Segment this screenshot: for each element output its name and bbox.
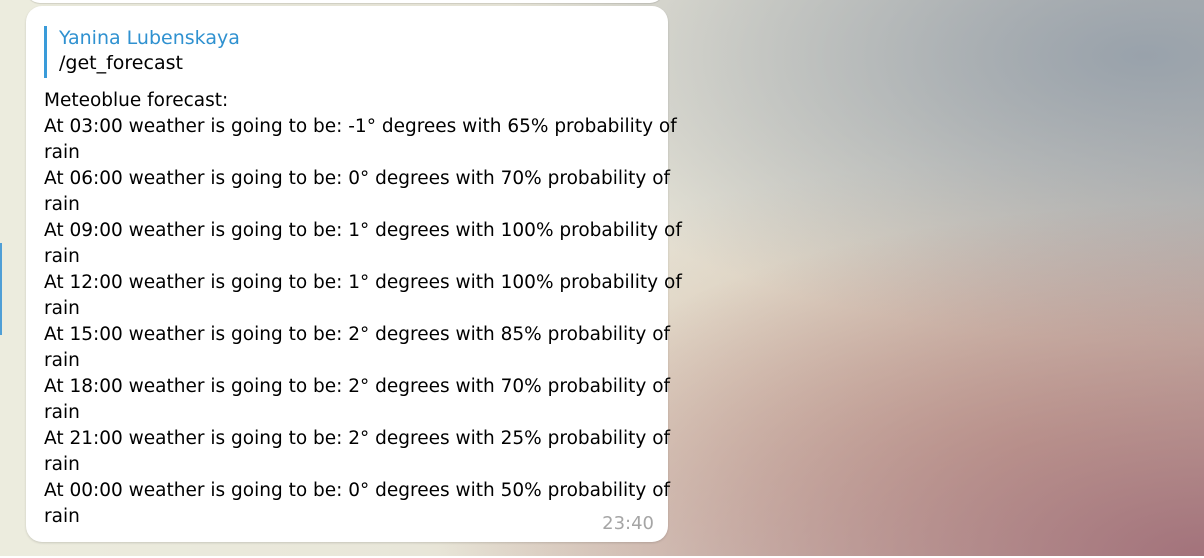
message-line: rain bbox=[44, 194, 80, 215]
message-line: At 00:00 weather is going to be: 0° degr… bbox=[44, 480, 671, 501]
message-line: At 15:00 weather is going to be: 2° degr… bbox=[44, 324, 671, 345]
message-line: At 09:00 weather is going to be: 1° degr… bbox=[44, 220, 682, 241]
message-line: At 18:00 weather is going to be: 2° degr… bbox=[44, 376, 671, 397]
previous-message-bubble[interactable] bbox=[26, 0, 664, 3]
message-text: Meteoblue forecast: At 03:00 weather is … bbox=[44, 88, 682, 530]
reply-author: Yanina Lubenskaya bbox=[59, 27, 240, 49]
message-line: rain bbox=[44, 402, 80, 423]
message-line: Meteoblue forecast: bbox=[44, 90, 229, 111]
message-line: At 06:00 weather is going to be: 0° degr… bbox=[44, 168, 671, 189]
message-line: rain bbox=[44, 454, 80, 475]
message-line: rain bbox=[44, 246, 80, 267]
message-line: rain bbox=[44, 350, 80, 371]
message-timestamp: 23:40 bbox=[602, 513, 654, 534]
message-line: rain bbox=[44, 298, 80, 319]
message-line: At 12:00 weather is going to be: 1° degr… bbox=[44, 272, 682, 293]
message-line: rain bbox=[44, 506, 80, 527]
chat-area: Yanina Lubenskaya /get_forecast Meteoblu… bbox=[0, 0, 1204, 558]
message-line: At 21:00 weather is going to be: 2° degr… bbox=[44, 428, 671, 449]
message-line: At 03:00 weather is going to be: -1° deg… bbox=[44, 116, 677, 137]
message-line: rain bbox=[44, 142, 80, 163]
left-accent-bar bbox=[0, 243, 2, 335]
message-bubble[interactable]: Yanina Lubenskaya /get_forecast Meteoblu… bbox=[26, 6, 682, 542]
reply-quote[interactable]: Yanina Lubenskaya /get_forecast bbox=[44, 26, 240, 78]
reply-text: /get_forecast bbox=[59, 52, 183, 74]
